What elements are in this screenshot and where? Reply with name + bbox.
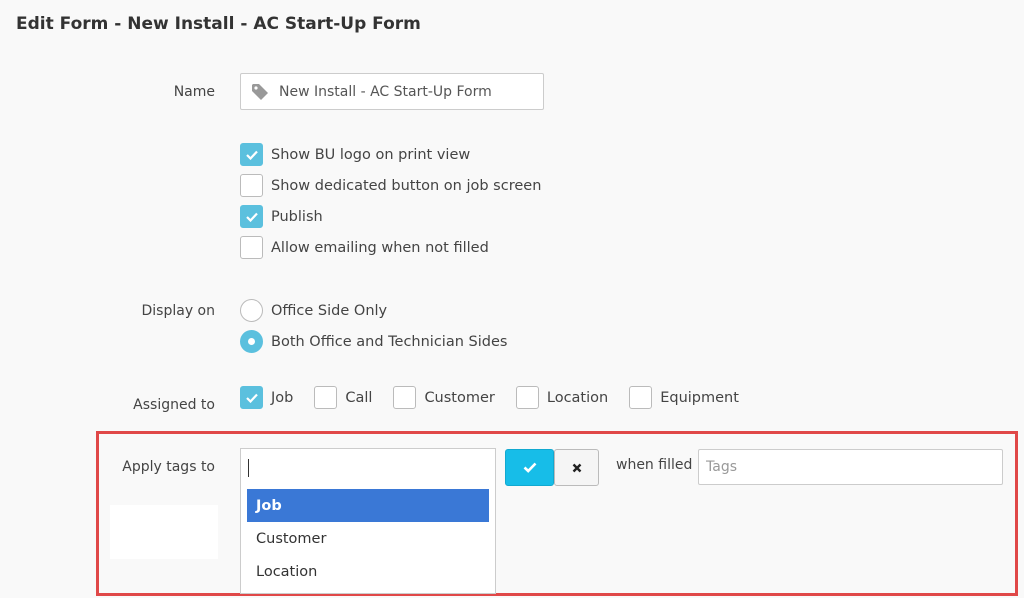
tags-input[interactable] — [698, 449, 1003, 485]
cancel-button[interactable] — [554, 449, 599, 486]
assign-label: Equipment — [660, 389, 739, 406]
checkbox-call[interactable] — [314, 386, 338, 409]
option-show-dedicated-button[interactable]: Show dedicated button on job screen — [240, 174, 541, 197]
tag-icon — [251, 83, 269, 101]
radio-label: Office Side Only — [271, 302, 388, 319]
checkbox-publish[interactable] — [240, 205, 263, 228]
name-input[interactable]: New Install - AC Start-Up Form — [240, 73, 544, 110]
name-value: New Install - AC Start-Up Form — [279, 83, 492, 100]
radio-button[interactable] — [240, 330, 263, 353]
check-icon — [245, 150, 258, 160]
radio-both-sides[interactable]: Both Office and Technician Sides — [240, 330, 507, 353]
confirm-button[interactable] — [505, 449, 554, 486]
checkbox-job[interactable] — [240, 386, 263, 409]
option-label: Show BU logo on print view — [271, 146, 471, 163]
assign-label: Location — [546, 389, 609, 406]
assign-equipment[interactable]: Equipment — [629, 386, 739, 409]
display-on-label: Display on — [141, 303, 216, 319]
text-cursor — [248, 459, 249, 477]
option-allow-emailing[interactable]: Allow emailing when not filled — [240, 236, 489, 259]
checkbox-allow-emailing[interactable] — [240, 236, 263, 259]
checkbox-show-dedicated-button[interactable] — [240, 174, 263, 197]
check-icon — [523, 462, 536, 473]
background-patch — [110, 505, 218, 559]
when-filled-label: when filled — [616, 457, 693, 473]
option-label: Publish — [271, 208, 323, 225]
tag-target-dropdown: Job Customer Location — [240, 486, 496, 594]
page-title: Edit Form - New Install - AC Start-Up Fo… — [16, 14, 421, 34]
tag-target-search-input[interactable] — [240, 448, 496, 486]
dropdown-option-location[interactable]: Location — [247, 555, 489, 588]
assign-location[interactable]: Location — [515, 386, 609, 409]
assign-label: Customer — [424, 389, 495, 406]
assign-label: Call — [345, 389, 373, 406]
apply-tags-label: Apply tags to — [122, 459, 215, 475]
check-icon — [245, 393, 258, 403]
assigned-to-label: Assigned to — [133, 397, 215, 413]
assign-label: Job — [271, 389, 294, 406]
option-label: Show dedicated button on job screen — [271, 177, 542, 194]
checkbox-customer[interactable] — [393, 386, 417, 409]
name-label: Name — [173, 84, 215, 100]
radio-label: Both Office and Technician Sides — [271, 333, 508, 350]
check-icon — [245, 212, 258, 222]
assign-call[interactable]: Call — [314, 386, 372, 409]
dropdown-option-customer[interactable]: Customer — [247, 522, 489, 555]
assign-job[interactable]: Job — [240, 386, 293, 409]
checkbox-show-bu-logo[interactable] — [240, 143, 263, 166]
option-label: Allow emailing when not filled — [271, 239, 489, 256]
close-icon — [572, 463, 581, 472]
dropdown-option-job[interactable]: Job — [247, 489, 489, 522]
radio-button[interactable] — [240, 299, 263, 322]
assigned-to-group: Job Call Customer Location Equipment — [240, 386, 760, 409]
checkbox-location[interactable] — [515, 386, 539, 409]
assign-customer[interactable]: Customer — [393, 386, 495, 409]
option-show-bu-logo[interactable]: Show BU logo on print view — [240, 143, 470, 166]
option-publish[interactable]: Publish — [240, 205, 323, 228]
radio-office-side-only[interactable]: Office Side Only — [240, 299, 387, 322]
checkbox-equipment[interactable] — [629, 386, 653, 409]
